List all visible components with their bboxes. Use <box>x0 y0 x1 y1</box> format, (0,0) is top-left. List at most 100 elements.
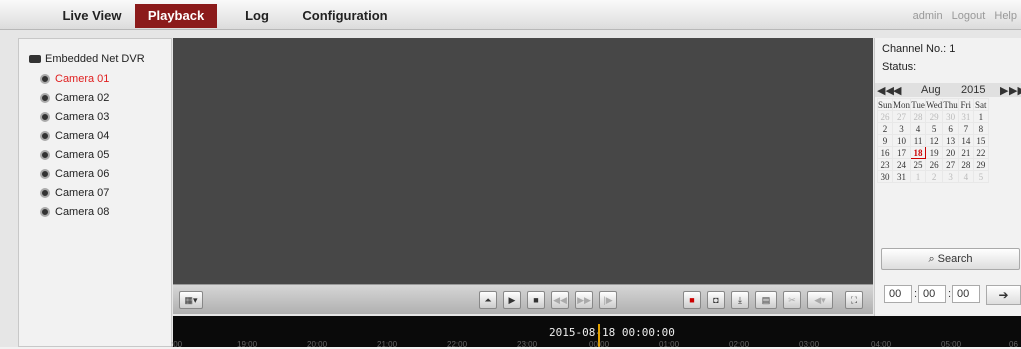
calendar-day[interactable]: 27 <box>942 158 959 171</box>
calendar-day[interactable]: 1 <box>972 110 989 123</box>
timeline-tick: 03:00 <box>799 340 820 349</box>
video-viewport[interactable] <box>173 38 873 284</box>
calendar-day[interactable]: 29 <box>925 110 944 123</box>
calendar-day[interactable]: 23 <box>876 158 894 171</box>
calendar-day[interactable]: 10 <box>892 134 912 147</box>
dvr-icon <box>29 55 41 63</box>
calendar-day[interactable]: 19 <box>925 146 944 159</box>
camera-item[interactable]: Camera 01 <box>40 73 109 85</box>
download-icon[interactable]: ⤓ <box>731 291 749 309</box>
calendar-week: 23 24 25 26 27 28 29 <box>876 158 989 171</box>
camera-item[interactable]: Camera 06 <box>40 168 109 180</box>
next-year-icon[interactable]: ▶▶ <box>1009 84 1021 97</box>
calendar-day[interactable]: 31 <box>957 110 974 123</box>
camera-item[interactable]: Camera 02 <box>40 92 109 104</box>
play-icon[interactable]: ▶ <box>503 291 521 309</box>
timeline-bar[interactable]: 2015-08-18 00:00:00 :00 19:00 20:00 21:0… <box>171 316 1021 349</box>
channel-label: Channel No.: 1 <box>882 43 956 55</box>
weekday: Tue <box>910 98 927 111</box>
calendar-day[interactable]: 5 <box>925 122 944 135</box>
user-menu: admin Logout Help <box>907 10 1017 22</box>
volume-icon[interactable]: ◀▾ <box>807 291 833 309</box>
capture-icon[interactable]: ◘ <box>707 291 725 309</box>
calendar-day[interactable]: 22 <box>972 146 989 159</box>
calendar-day[interactable]: 7 <box>957 122 974 135</box>
calendar-day[interactable]: 17 <box>892 146 912 159</box>
calendar-week: 16 17 18 19 20 21 22 <box>876 146 989 159</box>
time-separator: : <box>948 288 952 300</box>
camera-item[interactable]: Camera 07 <box>40 187 109 199</box>
camera-icon <box>40 150 50 160</box>
layout-icon[interactable]: ▦▾ <box>179 291 203 309</box>
weekday: Sat <box>972 98 989 111</box>
calendar-day[interactable]: 24 <box>892 158 912 171</box>
calendar-day[interactable]: 16 <box>876 146 894 159</box>
fullscreen-icon[interactable]: ⛶ <box>845 291 863 309</box>
stop-all-icon[interactable]: ■ <box>683 291 701 309</box>
calendar-day[interactable]: 28 <box>910 110 927 123</box>
calendar-day[interactable]: 29 <box>972 158 989 171</box>
camera-item[interactable]: Camera 05 <box>40 149 109 161</box>
calendar-day[interactable]: 3 <box>892 122 912 135</box>
camera-icon <box>40 169 50 179</box>
next-month-icon[interactable]: ▶ <box>1000 84 1008 97</box>
calendar-day[interactable]: 6 <box>942 122 959 135</box>
calendar-day[interactable]: 2 <box>876 122 894 135</box>
logout-link[interactable]: Logout <box>952 10 986 22</box>
calendar-day[interactable]: 2 <box>925 170 944 183</box>
calendar-day[interactable]: 30 <box>942 110 959 123</box>
calendar-day[interactable]: 11 <box>910 134 927 147</box>
slow-forward-icon[interactable]: ⏶ <box>479 291 497 309</box>
tab-live-view[interactable]: Live View <box>49 4 135 28</box>
frame-icon[interactable]: |▶ <box>599 291 617 309</box>
calendar-day[interactable]: 15 <box>972 134 989 147</box>
calendar-day[interactable]: 1 <box>910 170 927 183</box>
calendar-day[interactable]: 26 <box>876 110 894 123</box>
hour-input[interactable]: 00 <box>884 285 912 303</box>
weekday: Wed <box>925 98 944 111</box>
calendar-day[interactable]: 28 <box>957 158 974 171</box>
calendar-day[interactable]: 13 <box>942 134 959 147</box>
calendar-day[interactable]: 27 <box>892 110 912 123</box>
calendar-day[interactable]: 4 <box>910 122 927 135</box>
help-link[interactable]: Help <box>994 10 1017 22</box>
tab-playback[interactable]: Playback <box>135 4 217 28</box>
calendar-day[interactable]: 25 <box>910 158 927 171</box>
stop-icon[interactable]: ■ <box>527 291 545 309</box>
slow-icon[interactable]: ◀◀ <box>551 291 569 309</box>
tab-log[interactable]: Log <box>235 4 279 28</box>
dvr-node[interactable]: Embedded Net DVR <box>29 53 145 65</box>
calendar-day[interactable]: 31 <box>892 170 912 183</box>
digital-zoom-icon[interactable]: ✂ <box>783 291 801 309</box>
calendar-day[interactable]: 3 <box>942 170 959 183</box>
search-label: Search <box>937 253 973 265</box>
camera-item[interactable]: Camera 03 <box>40 111 109 123</box>
fast-icon[interactable]: ▶▶ <box>575 291 593 309</box>
calendar-day[interactable]: 8 <box>972 122 989 135</box>
go-arrow-icon[interactable]: ➔ <box>986 285 1021 305</box>
calendar-week: 2 3 4 5 6 7 8 <box>876 122 989 135</box>
prev-year-icon[interactable]: ◀◀ <box>877 84 894 97</box>
calendar-day[interactable]: 20 <box>942 146 959 159</box>
clip-icon[interactable]: ▤ <box>755 291 777 309</box>
calendar-day[interactable]: 9 <box>876 134 894 147</box>
minute-input[interactable]: 00 <box>918 285 946 303</box>
calendar-day[interactable]: 26 <box>925 158 944 171</box>
calendar-day[interactable]: 4 <box>957 170 974 183</box>
camera-label: Camera 01 <box>55 73 110 85</box>
calendar-day[interactable]: 5 <box>972 170 989 183</box>
calendar-day[interactable]: 21 <box>957 146 974 159</box>
calendar-day[interactable]: 14 <box>957 134 974 147</box>
top-nav-bar: Live View Playback Log Configuration adm… <box>0 0 1021 30</box>
tab-configuration[interactable]: Configuration <box>295 4 395 28</box>
calendar-day[interactable]: 12 <box>925 134 944 147</box>
calendar-year: 2015 <box>961 84 986 96</box>
camera-item[interactable]: Camera 04 <box>40 130 109 142</box>
time-separator: : <box>914 288 918 300</box>
camera-item[interactable]: Camera 08 <box>40 206 109 218</box>
search-button[interactable]: ⌕ Search <box>881 248 1020 270</box>
calendar-day[interactable]: 30 <box>876 170 894 183</box>
prev-month-icon[interactable]: ◀ <box>893 84 901 97</box>
second-input[interactable]: 00 <box>952 285 980 303</box>
calendar-day-selected[interactable]: 18 <box>910 146 927 159</box>
